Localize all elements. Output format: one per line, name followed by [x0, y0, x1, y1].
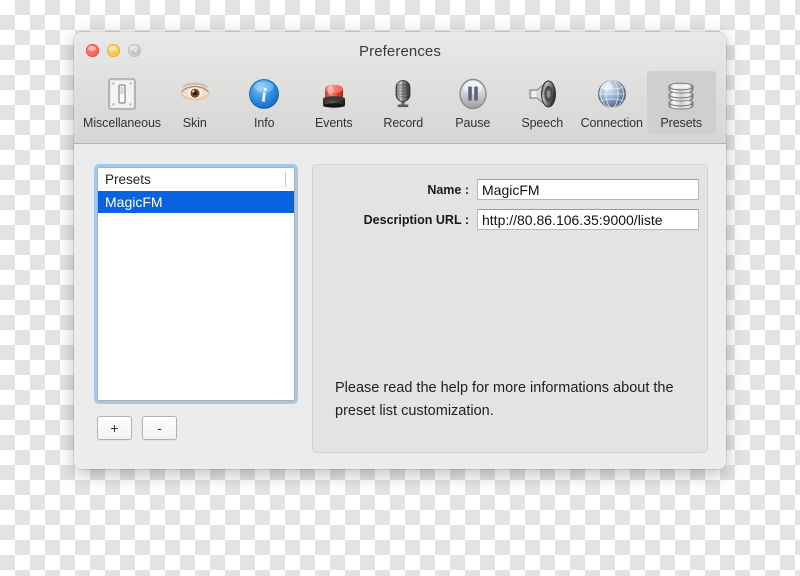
preferences-body: Presets MagicFM + - Name : MagicFM Descr…	[74, 144, 726, 469]
presets-list-header: Presets	[98, 168, 294, 191]
screenshot-root: Preferences Miscellaneous Skin i Info Ev…	[0, 0, 800, 576]
preset-detail-panel: Name : MagicFM Description URL : http://…	[312, 164, 708, 453]
window-chrome: Preferences Miscellaneous Skin i Info Ev…	[74, 32, 726, 144]
toolbar-label: Info	[254, 116, 275, 130]
toolbar-label: Presets	[660, 116, 703, 130]
siren-light-icon	[316, 76, 352, 112]
description-url-input[interactable]: http://80.86.106.35:9000/liste	[477, 209, 699, 230]
name-field-row: Name : MagicFM	[321, 179, 699, 200]
description-url-label: Description URL :	[363, 212, 469, 227]
toolbar-item-speech[interactable]: Speech	[508, 71, 578, 134]
remove-preset-button[interactable]: -	[142, 416, 177, 440]
toolbar-item-presets[interactable]: Presets	[646, 71, 716, 134]
add-preset-button[interactable]: +	[97, 416, 132, 440]
loudspeaker-icon	[524, 76, 560, 112]
window-title: Preferences	[359, 43, 441, 60]
toolbar-label: Pause	[455, 116, 491, 130]
toolbar-label: Connection	[580, 116, 643, 130]
pause-circle-icon	[455, 76, 491, 112]
svg-text:i: i	[262, 86, 268, 107]
preferences-window: Preferences Miscellaneous Skin i Info Ev…	[74, 32, 726, 469]
toolbar-label: Miscellaneous	[83, 116, 161, 130]
toolbar-item-pause[interactable]: Pause	[438, 71, 508, 134]
eye-icon	[177, 76, 213, 112]
toolbar-label: Record	[383, 116, 424, 130]
toolbar-label: Events	[314, 116, 353, 130]
presets-list-buttons: + -	[94, 416, 298, 440]
name-label: Name :	[427, 182, 469, 197]
presets-list-focus-ring: Presets MagicFM	[94, 164, 298, 404]
toolbar-label: Skin	[182, 116, 207, 130]
globe-icon	[594, 76, 630, 112]
light-switch-icon	[104, 76, 140, 112]
toolbar-item-events[interactable]: Events	[299, 71, 369, 134]
name-input[interactable]: MagicFM	[477, 179, 699, 200]
list-item[interactable]: MagicFM	[98, 191, 294, 213]
toolbar-item-skin[interactable]: Skin	[160, 71, 230, 134]
toolbar-label: Speech	[521, 116, 564, 130]
url-field-row: Description URL : http://80.86.106.35:90…	[321, 209, 699, 230]
info-circle-icon: i	[246, 76, 282, 112]
presets-list[interactable]: Presets MagicFM	[97, 167, 295, 401]
help-text: Please read the help for more informatio…	[335, 380, 674, 419]
toolbar-item-info[interactable]: i Info	[230, 71, 300, 134]
toolbar-item-connection[interactable]: Connection	[577, 71, 647, 134]
microphone-icon	[385, 76, 421, 112]
preferences-toolbar: Miscellaneous Skin i Info Events Record …	[74, 68, 726, 143]
database-stack-icon	[663, 76, 699, 112]
presets-list-column: Presets MagicFM + -	[94, 164, 298, 453]
toolbar-item-record[interactable]: Record	[369, 71, 439, 134]
toolbar-item-miscellaneous[interactable]: Miscellaneous	[83, 71, 161, 134]
